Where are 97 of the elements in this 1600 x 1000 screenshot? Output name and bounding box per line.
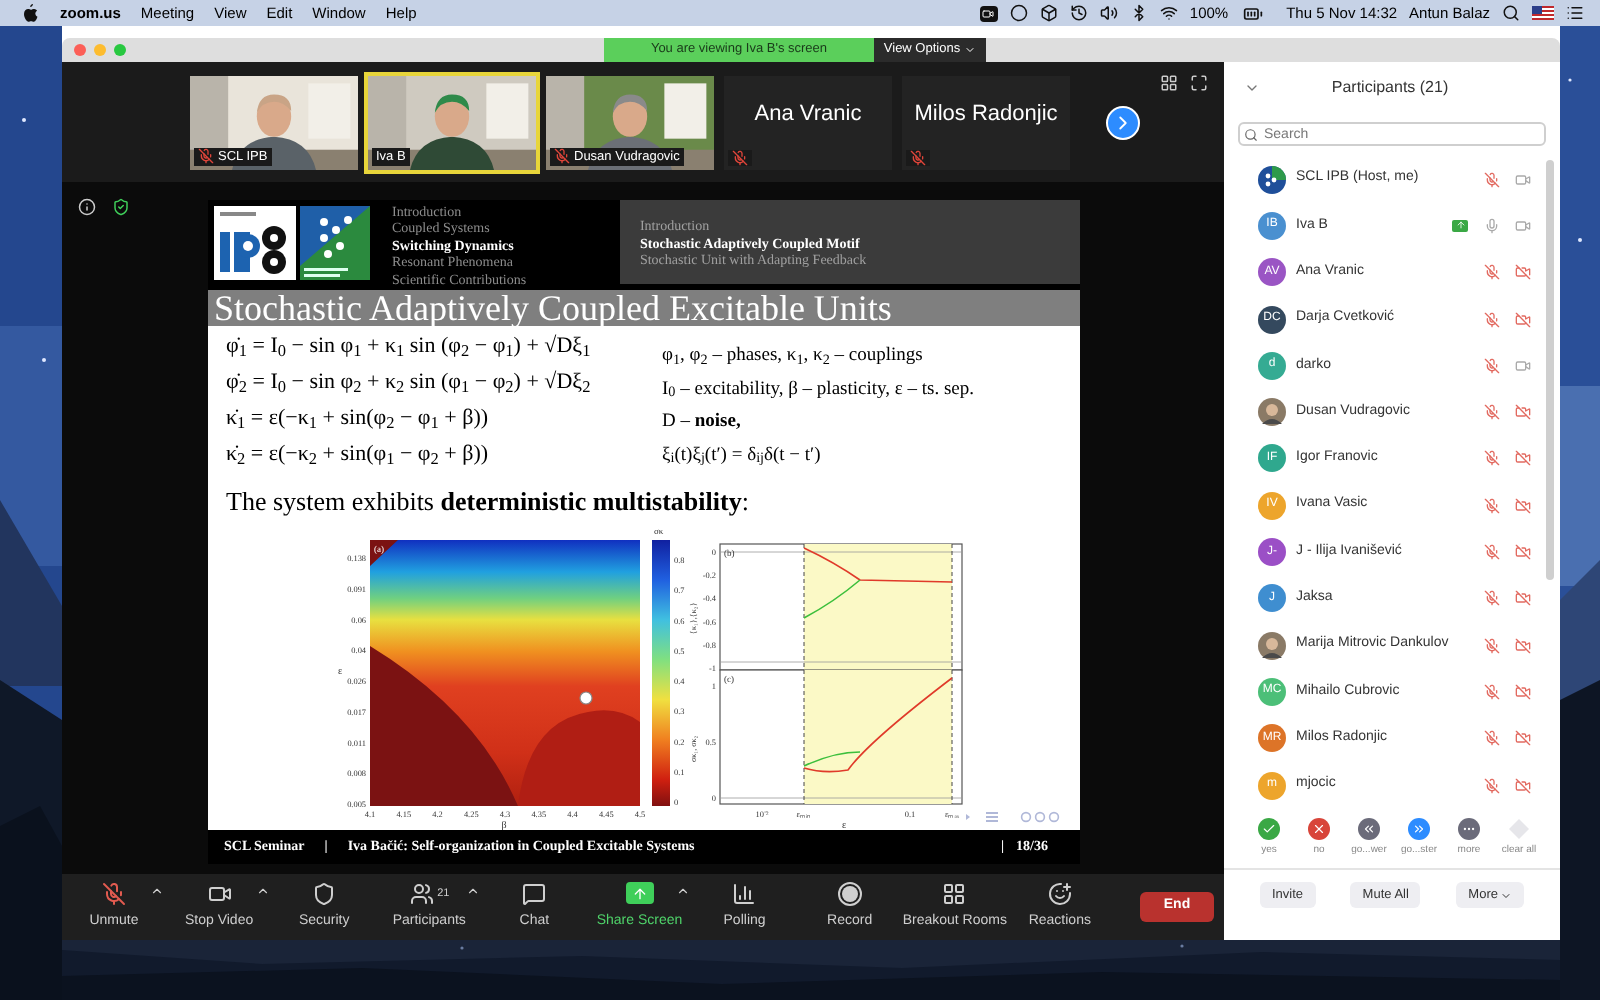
bluetooth-icon[interactable] [1129,4,1148,22]
layout-icon[interactable] [1160,74,1178,92]
more-icon [1458,818,1480,840]
caret-icon [1499,889,1512,901]
video-tile[interactable]: Milos Radonjic [898,71,1074,173]
close-button[interactable] [74,44,86,56]
volume-icon[interactable] [1099,4,1118,22]
muted-mic-icon [554,148,570,164]
video-off-icon[interactable] [1514,590,1532,607]
video-off-icon[interactable] [1514,683,1532,700]
camera-icon[interactable] [979,5,998,21]
caret-icon[interactable] [255,883,270,898]
video-off-icon[interactable] [1514,637,1532,654]
muted-mic-icon[interactable] [1484,264,1500,281]
video-camera-icon[interactable] [1514,217,1532,234]
caret-icon[interactable] [675,883,690,898]
video-off-icon[interactable] [1514,497,1532,514]
video-off-icon[interactable] [1514,311,1532,328]
muted-mic-icon[interactable] [1484,404,1500,421]
shield-icon[interactable] [112,198,130,216]
legend-line: D – noise, [662,410,743,436]
muted-mic-icon[interactable] [1484,450,1500,467]
muted-mic-icon [102,881,126,906]
search-icon[interactable] [1502,4,1520,22]
muted-mic-icon[interactable] [1484,311,1500,328]
box-icon[interactable] [1039,4,1058,22]
equation: φ̇$_{2}$ = I$_{0}$ − sin φ$_{2}$ + κ$_{2}$ sin (φ$_{1}$ − φ$_{2}$) + √Dξ$_{2}$ [226,368,593,400]
legend-line: I$_{0}$ – excitability, β – plasticity, ε – ts. sep. [662,377,975,405]
legend-line: φ$_{1}$, φ$_{2}$ – phases, κ$_{1}$, κ$_{2}$ – couplings [662,344,925,372]
wifi-icon[interactable] [1159,4,1178,22]
cross-icon [1308,818,1330,840]
smiley-icon [1047,881,1072,906]
slide-sentence: The system exhibits deterministic multistability: [226,484,749,521]
rewind-icon [1358,818,1380,840]
institute-logo [214,206,296,280]
circle-icon[interactable] [1009,4,1028,22]
fullscreen-icon[interactable] [1190,74,1208,92]
muted-mic-icon[interactable] [1484,357,1500,374]
video-off-icon[interactable] [1514,544,1532,561]
muted-mic-icon[interactable] [1484,683,1500,700]
video-camera-icon [207,881,232,906]
zoom-button[interactable] [114,44,126,56]
next-page-button[interactable] [1106,105,1140,139]
video-off-icon[interactable] [1514,450,1532,467]
list-icon[interactable] [1566,4,1584,22]
muted-mic-icon[interactable] [1484,777,1500,793]
video-off-icon[interactable] [1514,264,1532,281]
record-icon [837,881,862,906]
chat-icon [522,881,547,906]
fast-forward-icon [1408,818,1430,840]
check-icon [1258,818,1280,840]
slide-title: Stochastic Adaptively Coupled Excitable Units [214,290,892,326]
video-camera-icon[interactable] [1514,171,1532,188]
muted-mic-icon[interactable] [1484,637,1500,654]
collapse-icon[interactable] [1244,80,1260,96]
muted-mic-icon [910,149,926,165]
legend-line: ξ$_{i}$(t)ξ$_{j}$(t′) = δ$_{ij}$δ(t − t′) [662,443,823,471]
apple-icon[interactable] [22,4,38,22]
muted-mic-icon[interactable] [1484,171,1500,188]
video-off-icon[interactable] [1514,730,1532,747]
battery-icon[interactable] [1240,3,1267,23]
shield-icon [312,881,337,906]
caret-icon [964,44,977,56]
laboratory-logo [300,206,370,280]
flag-icon[interactable] [1532,6,1554,20]
caret-icon[interactable] [465,883,480,898]
search-icon [1244,127,1258,141]
slide-navigation-icon[interactable] [964,810,1060,824]
info-icon[interactable] [78,198,96,216]
equation: κ̇$_{1}$ = ε(−κ$_{1}$ + sin(φ$_{2}$ − φ$_{1}$ + β)) [226,404,491,436]
equation: κ̇$_{2}$ = ε(−κ$_{2}$ + sin(φ$_{1}$ − φ$_{2}$ + β)) [226,440,491,472]
caret-icon[interactable] [150,883,164,898]
share-screen-icon [1452,219,1468,232]
muted-mic-icon [198,148,214,164]
participant-name: Ana Vranic [752,100,864,131]
people-icon [409,881,434,906]
video-tile[interactable]: Ana Vranic [720,71,896,173]
video-camera-icon[interactable] [1514,357,1532,374]
muted-mic-icon [732,149,748,165]
muted-mic-icon[interactable] [1484,590,1500,607]
video-off-icon[interactable] [1514,777,1532,793]
bar-chart-icon [732,881,757,906]
video-off-icon[interactable] [1514,404,1532,421]
muted-mic-icon[interactable] [1484,544,1500,561]
participant-name: Milos Radonjic [912,100,1060,131]
muted-mic-icon[interactable] [1484,730,1500,747]
pointer-icon [579,691,593,705]
panel-title: Participants (21) [1329,76,1451,100]
grid-icon [942,881,967,906]
share-screen-icon [625,882,654,905]
scrollbar[interactable] [1546,160,1554,580]
history-icon[interactable] [1069,4,1088,22]
equation: φ̇$_{1}$ = I$_{0}$ − sin φ$_{1}$ + κ$_{1}$ sin (φ$_{2}$ − φ$_{1}$) + √Dξ$_{1}$ [226,332,593,364]
muted-mic-icon[interactable] [1484,497,1500,514]
mic-icon[interactable] [1484,217,1500,234]
logo-icon [1258,165,1286,194]
eraser-icon [1508,818,1530,840]
